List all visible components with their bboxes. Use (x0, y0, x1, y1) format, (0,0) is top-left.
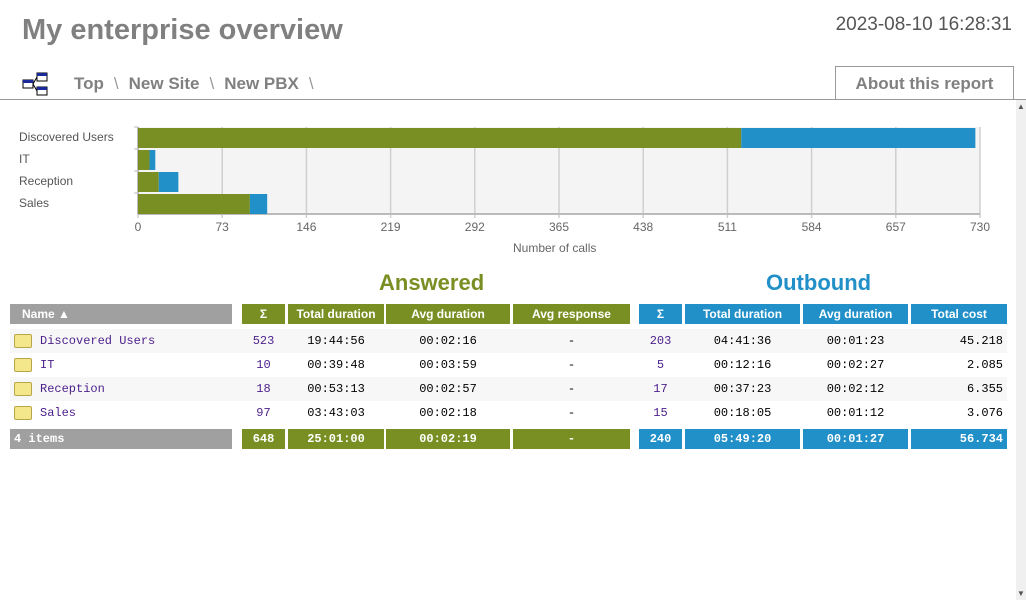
y-tick-label: IT (19, 152, 30, 166)
cell-outbound-total-duration: 00:37:23 (713, 382, 772, 396)
footer-outbound-count: 240 (639, 429, 682, 449)
column-header-outbound-avg-duration[interactable]: Avg duration (803, 304, 908, 324)
bar-outbound (158, 172, 179, 192)
x-tick-label: 0 (134, 220, 142, 234)
column-header-name[interactable]: Name ▲ (10, 304, 232, 324)
x-tick-label: 511 (717, 220, 737, 234)
row-name[interactable]: Reception (10, 377, 232, 401)
row-name[interactable]: Sales (10, 401, 232, 425)
footer-name: 4 items (10, 429, 232, 449)
x-tick-label: 219 (380, 220, 401, 234)
cell-outbound-total-cost: 6.355 (966, 382, 1003, 396)
folder-icon (14, 358, 32, 372)
cell-outbound-avg-duration: 00:02:12 (826, 382, 885, 396)
footer-outbound-total-cost: 56.734 (911, 429, 1007, 449)
chart-plot (134, 126, 981, 218)
cell-answered-total-duration: 03:43:03 (307, 406, 365, 420)
folder-icon (14, 406, 32, 420)
column-header-outbound-total-duration[interactable]: Total duration (685, 304, 800, 324)
x-tick-label: 146 (296, 220, 317, 234)
x-tick-label: 73 (215, 220, 229, 234)
scroll-down-icon[interactable]: ▼ (1017, 589, 1025, 598)
cell-answered-avg-duration: 00:03:59 (419, 358, 477, 372)
column-header-outbound-total-cost[interactable]: Total cost (911, 304, 1007, 324)
cell-answered-avg-response: - (567, 358, 576, 372)
cell-answered-avg-response: - (567, 334, 576, 348)
bar-answered (138, 150, 150, 170)
cell-answered-avg-response: - (567, 382, 576, 396)
cell-answered-count[interactable]: 523 (242, 329, 285, 353)
cell-answered-total-duration: 00:39:48 (307, 358, 365, 372)
footer-answered-avg-response: - (513, 429, 630, 449)
cell-outbound-count[interactable]: 5 (639, 353, 682, 377)
calls-chart: Discovered Users IT Reception Sales 0 73 146 2… (0, 0, 1010, 260)
cell-answered-count[interactable]: 97 (242, 401, 285, 425)
cell-answered-avg-duration: 00:02:18 (419, 406, 477, 420)
cell-outbound-total-duration: 04:41:36 (713, 334, 772, 348)
x-tick-label: 438 (633, 220, 654, 234)
column-header-outbound-count[interactable]: Σ (639, 304, 682, 324)
cell-answered-avg-response: - (567, 406, 576, 420)
bar-answered (138, 172, 159, 192)
folder-icon (14, 382, 32, 396)
cell-answered-total-duration: 00:53:13 (307, 382, 365, 396)
x-tick-label: 365 (548, 220, 570, 234)
bar-answered (138, 128, 742, 148)
bar-outbound (741, 128, 976, 148)
cell-outbound-count[interactable]: 15 (639, 401, 682, 425)
cell-outbound-total-cost: 3.076 (966, 406, 1003, 420)
bar-outbound (249, 194, 268, 214)
y-tick-label: Discovered Users (19, 130, 114, 144)
column-header-answered-count[interactable]: Σ (242, 304, 285, 324)
vertical-scrollbar[interactable]: ▲ ▼ (1016, 100, 1026, 600)
cell-outbound-total-cost: 2.085 (966, 358, 1003, 372)
cell-outbound-count[interactable]: 203 (639, 329, 682, 353)
cell-outbound-count[interactable]: 17 (639, 377, 682, 401)
row-name[interactable]: Discovered Users (10, 329, 232, 353)
row-name[interactable]: IT (10, 353, 232, 377)
footer-outbound-total-duration: 05:49:20 (685, 429, 800, 449)
cell-answered-total-duration: 19:44:56 (307, 334, 365, 348)
answered-heading: Answered (379, 270, 485, 295)
footer-answered-avg-duration: 00:02:19 (386, 429, 510, 449)
cell-answered-avg-duration: 00:02:16 (419, 334, 477, 348)
outbound-heading: Outbound (766, 270, 872, 295)
footer-outbound-avg-duration: 00:01:27 (803, 429, 908, 449)
cell-outbound-avg-duration: 00:01:12 (826, 406, 885, 420)
column-header-answered-avg-response[interactable]: Avg response (513, 304, 630, 324)
cell-answered-avg-duration: 00:02:57 (419, 382, 477, 396)
cell-outbound-avg-duration: 00:02:27 (826, 358, 885, 372)
scroll-up-icon[interactable]: ▲ (1017, 102, 1025, 111)
bar-outbound (149, 150, 156, 170)
column-header-answered-avg-duration[interactable]: Avg duration (386, 304, 510, 324)
cell-answered-count[interactable]: 18 (242, 377, 285, 401)
cell-outbound-total-duration: 00:18:05 (713, 406, 772, 420)
row-name-link[interactable]: Reception (40, 382, 105, 396)
x-tick-label: 657 (885, 220, 906, 234)
x-tick-label: 730 (969, 220, 991, 234)
y-tick-label: Sales (19, 196, 50, 210)
row-name-link[interactable]: IT (40, 358, 54, 372)
cell-outbound-total-duration: 00:12:16 (713, 358, 772, 372)
folder-icon (14, 334, 32, 348)
row-name-link[interactable]: Discovered Users (40, 334, 155, 348)
footer-answered-count: 648 (242, 429, 285, 449)
cell-outbound-avg-duration: 00:01:23 (826, 334, 885, 348)
x-axis-title: Number of calls (513, 241, 597, 255)
cell-answered-count[interactable]: 10 (242, 353, 285, 377)
footer-answered-total-duration: 25:01:00 (288, 429, 384, 449)
y-tick-label: Reception (19, 174, 74, 188)
x-tick-label: 292 (464, 220, 485, 234)
bar-answered (138, 194, 250, 214)
x-tick-label: 584 (801, 220, 822, 234)
column-header-answered-total-duration[interactable]: Total duration (288, 304, 384, 324)
cell-outbound-total-cost: 45.218 (959, 334, 1003, 348)
row-name-link[interactable]: Sales (40, 406, 76, 420)
